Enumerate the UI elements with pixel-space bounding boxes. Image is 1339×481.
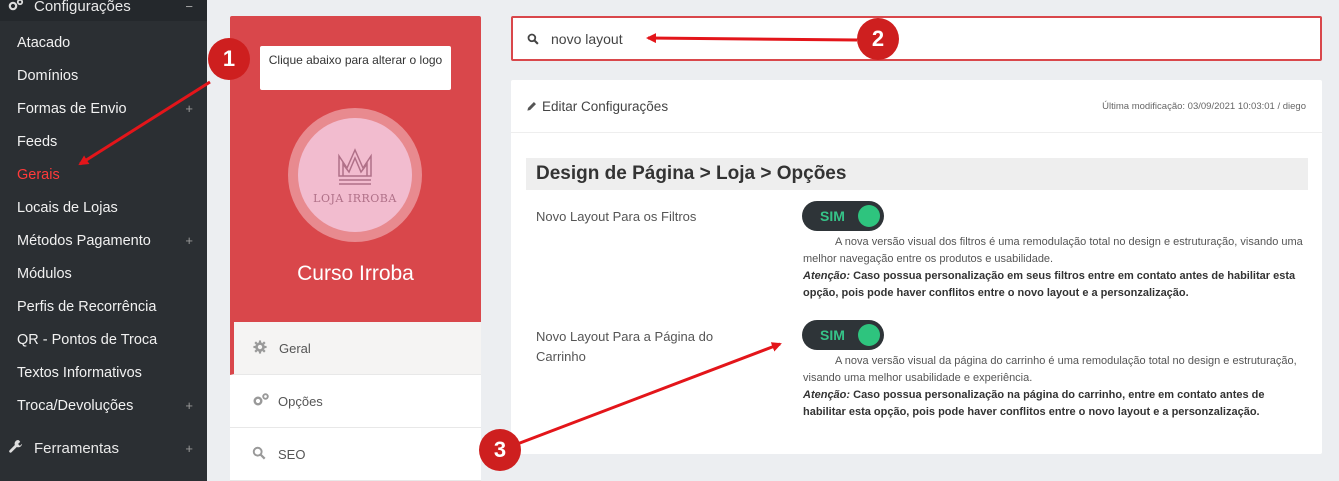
sidebar-item-label: Módulos (17, 265, 72, 282)
change-logo-button[interactable]: Clique abaixo para alterar o logo (260, 46, 451, 90)
option-warning: Atenção: Caso possua personalização em s… (803, 268, 1303, 302)
description-text: A nova versão visual da página do carrin… (803, 355, 1297, 384)
pencil-icon (526, 101, 537, 112)
menu-item-seo[interactable]: SEO (230, 428, 481, 481)
sidebar: Configurações − Atacado Domínios Formas … (0, 0, 207, 481)
annotation-badge-2: 2 (857, 18, 899, 60)
crown-icon (338, 147, 372, 185)
toggle-novo-layout-carrinho[interactable]: SIM (802, 320, 884, 350)
store-logo[interactable]: LOJA IRROBA (288, 108, 422, 242)
sidebar-item-label: Feeds (17, 133, 58, 150)
toggle-knob (858, 324, 880, 346)
section-title: Design de Página > Loja > Opções (526, 158, 1308, 190)
wrench-icon (8, 439, 26, 458)
card-title-text: Editar Configurações (542, 98, 669, 114)
expand-icon[interactable]: + (185, 101, 193, 116)
store-logo-panel: Clique abaixo para alterar o logo LOJA I… (230, 16, 481, 322)
expand-icon[interactable]: + (185, 233, 193, 248)
sidebar-item-modulos[interactable]: Módulos (0, 257, 207, 290)
search-icon (527, 33, 539, 45)
gear-icon (253, 339, 279, 357)
sidebar-item-gerais[interactable]: Gerais (0, 158, 207, 191)
sidebar-item-metodos-pagamento[interactable]: Métodos Pagamento + (0, 224, 207, 257)
sidebar-item-qr-pontos-de-troca[interactable]: QR - Pontos de Troca (0, 323, 207, 356)
sidebar-item-locais-de-lojas[interactable]: Locais de Lojas (0, 191, 207, 224)
sidebar-item-label: Gerais (17, 166, 60, 183)
expand-icon[interactable]: + (185, 398, 193, 413)
annotation-badge-1: 1 (208, 38, 250, 80)
option-label: Novo Layout Para a Página do Carrinho (536, 329, 714, 364)
store-name: Curso Irroba (297, 262, 414, 285)
menu-item-label: Geral (279, 340, 311, 356)
sidebar-item-label: Formas de Envio (17, 100, 127, 117)
sidebar-section-title: Configurações (34, 0, 131, 15)
settings-search (511, 16, 1322, 61)
warning-text: Caso possua personalização em seus filtr… (803, 270, 1296, 299)
sidebar-item-label: Métodos Pagamento (17, 232, 151, 249)
store-logo-image: LOJA IRROBA (298, 118, 412, 232)
toggle-novo-layout-filtros[interactable]: SIM (802, 201, 884, 231)
sidebar-section-configuracoes[interactable]: Configurações − (0, 0, 207, 21)
sidebar-item-formas-de-envio[interactable]: Formas de Envio + (0, 92, 207, 125)
search-icon (252, 446, 278, 463)
sidebar-item-atacado[interactable]: Atacado (0, 26, 207, 59)
sidebar-section-title: Ferramentas (34, 440, 120, 457)
option-description: A nova versão visual dos filtros é uma r… (803, 234, 1303, 302)
sidebar-item-label: Domínios (17, 67, 79, 84)
expand-icon[interactable]: + (185, 441, 193, 456)
sidebar-item-label: Troca/Devoluções (17, 397, 134, 414)
sidebar-item-perfis-de-recorrencia[interactable]: Perfis de Recorrência (0, 290, 207, 323)
collapse-icon[interactable]: − (185, 0, 193, 14)
option-warning: Atenção: Caso possua personalização na p… (803, 387, 1303, 421)
menu-item-geral[interactable]: Geral (230, 322, 481, 375)
warning-text: Caso possua personalização na página do … (803, 389, 1265, 418)
gears-icon (252, 392, 278, 410)
annotation-badge-3: 3 (479, 429, 521, 471)
menu-item-opcoes[interactable]: Opções (230, 375, 481, 428)
last-modified: Última modificação: 03/09/2021 10:03:01 … (1102, 100, 1306, 112)
sidebar-item-label: Textos Informativos (17, 364, 142, 381)
description-text: A nova versão visual dos filtros é uma r… (803, 236, 1303, 265)
sidebar-item-feeds[interactable]: Feeds (0, 125, 207, 158)
sidebar-item-label: Perfis de Recorrência (17, 298, 157, 315)
warning-label: Atenção: (803, 270, 851, 282)
option-label: Novo Layout Para os Filtros (536, 209, 697, 224)
toggle-label: SIM (820, 327, 845, 343)
toggle-knob (858, 205, 880, 227)
sidebar-item-troca-devolucoes[interactable]: Troca/Devoluções + (0, 389, 207, 422)
sidebar-item-label: Atacado (17, 34, 71, 51)
edit-settings-card: Editar Configurações Última modificação:… (511, 80, 1322, 454)
menu-item-label: SEO (278, 446, 306, 462)
logo-text: LOJA IRROBA (313, 191, 397, 205)
card-title: Editar Configurações (526, 99, 668, 114)
settings-menu: Geral Opções SEO (230, 322, 481, 481)
sidebar-item-label: Locais de Lojas (17, 199, 118, 216)
toggle-label: SIM (820, 208, 845, 224)
card-header: Editar Configurações Última modificação:… (511, 80, 1322, 133)
sidebar-section-ferramentas[interactable]: Ferramentas + (0, 432, 207, 465)
warning-label: Atenção: (803, 389, 851, 401)
sidebar-item-label: QR - Pontos de Troca (17, 331, 158, 348)
menu-item-label: Opções (278, 393, 323, 409)
option-description: A nova versão visual da página do carrin… (803, 353, 1303, 421)
sidebar-item-dominios[interactable]: Domínios (0, 59, 207, 92)
gears-icon (8, 0, 26, 15)
sidebar-item-textos-informativos[interactable]: Textos Informativos (0, 356, 207, 389)
